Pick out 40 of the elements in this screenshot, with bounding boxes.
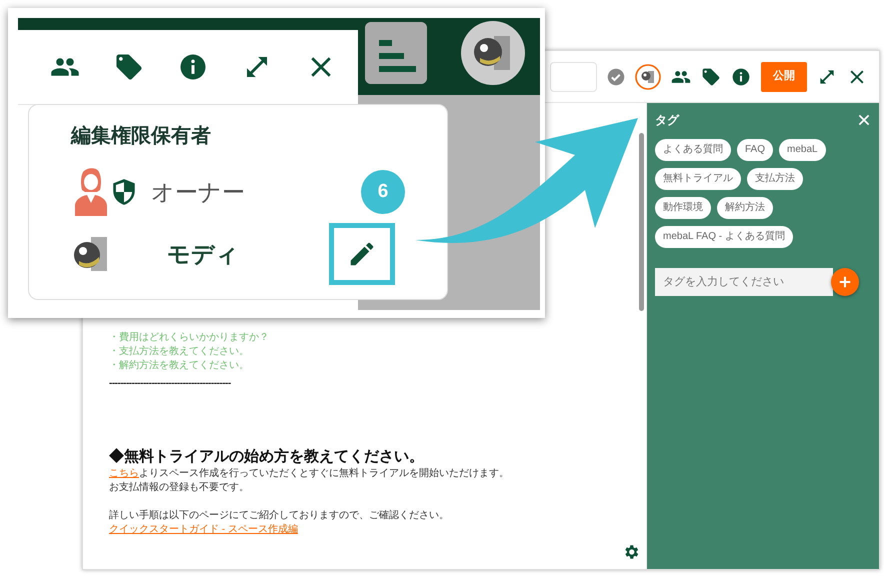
tag-chip[interactable]: 支払方法 <box>747 168 803 190</box>
tag-icon[interactable] <box>701 66 721 86</box>
paragraph: 詳しい手順は以下のページにてご紹介しておりますので、ご確認ください。 <box>109 509 450 523</box>
avatar-icon[interactable] <box>635 64 661 90</box>
tag-chip[interactable]: 動作環境 <box>655 197 711 219</box>
text-link[interactable]: こちら <box>109 468 139 479</box>
guide-link[interactable]: クイックスタートガイド - スペース作成編 <box>109 524 298 535</box>
card-title: 編集権限保有者 <box>71 124 212 149</box>
tag-chip[interactable]: mebaL FAQ - よくある質問 <box>655 226 793 248</box>
tag-icon[interactable] <box>114 52 144 82</box>
info-icon[interactable] <box>178 52 208 82</box>
divider-text: ------------------------------------------- <box>109 377 232 391</box>
section-heading: ◆無料トライアルの始め方を教えてください。 <box>109 447 425 467</box>
panel-title: タグ <box>655 112 679 129</box>
avatar-icon[interactable] <box>460 20 526 86</box>
paragraph: お支払情報の登録も不要です。 <box>109 481 250 495</box>
tag-chip[interactable]: よくある質問 <box>655 139 731 161</box>
step-badge: 6 <box>361 170 405 214</box>
shield-icon <box>111 178 137 206</box>
title-field[interactable] <box>550 62 597 92</box>
close-icon[interactable] <box>857 113 871 127</box>
tag-chip[interactable]: 無料トライアル <box>655 168 741 190</box>
list-item: ・費用はどれくらいかかりますか？ <box>109 331 270 345</box>
tag-chip[interactable]: 解約方法 <box>717 197 773 219</box>
member-name: モディ <box>167 240 239 269</box>
scrollbar[interactable] <box>639 133 644 311</box>
list-item: ・支払方法を教えてください。 <box>109 345 250 359</box>
publish-button[interactable]: 公開 <box>761 62 807 92</box>
edit-button[interactable] <box>329 223 395 285</box>
info-icon[interactable] <box>731 66 751 86</box>
add-button[interactable] <box>831 268 859 296</box>
list-item: ・解約方法を教えてください。 <box>109 359 250 373</box>
tag-chip[interactable]: mebaL <box>779 139 826 161</box>
chart-icon[interactable] <box>365 22 427 84</box>
plus-icon <box>838 275 852 289</box>
tag-chip[interactable]: FAQ <box>737 139 774 161</box>
tag-input[interactable]: タグを入力してください <box>655 268 833 296</box>
member-name: オーナー <box>151 178 245 207</box>
check-icon[interactable] <box>607 68 625 86</box>
paragraph: こちら よりスペース作成を行っていただくとすぐに無料トライアルを開始いただけます。 <box>109 467 510 481</box>
